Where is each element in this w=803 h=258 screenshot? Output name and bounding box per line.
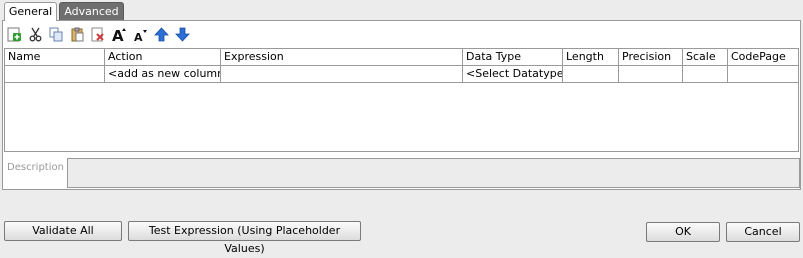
- tab-advanced[interactable]: Advanced: [59, 2, 124, 21]
- expression-cell[interactable]: [221, 66, 463, 83]
- name-cell[interactable]: [5, 66, 105, 83]
- move-down-icon[interactable]: [174, 26, 191, 43]
- delete-icon[interactable]: [90, 26, 107, 43]
- action-cell[interactable]: <add as new column>: [105, 66, 221, 83]
- column-header-data-type[interactable]: Data Type: [463, 49, 563, 66]
- columns-grid: Name Action Expression Data Type Length …: [4, 48, 799, 152]
- precision-cell[interactable]: [619, 66, 683, 83]
- column-header-action[interactable]: Action: [105, 49, 221, 66]
- cancel-button[interactable]: Cancel: [726, 222, 800, 242]
- scale-cell[interactable]: [683, 66, 728, 83]
- copy-icon[interactable]: [48, 26, 65, 43]
- column-header-scale[interactable]: Scale: [683, 49, 728, 66]
- column-header-expression[interactable]: Expression: [221, 49, 463, 66]
- tab-general[interactable]: General: [4, 2, 57, 21]
- ok-button[interactable]: OK: [646, 222, 720, 242]
- column-header-codepage[interactable]: CodePage: [728, 49, 800, 66]
- table-row: <add as new column> <Select Datatype>: [5, 66, 798, 83]
- test-expression-button[interactable]: Test Expression (Using Placeholder Value…: [128, 221, 361, 255]
- toolbar: A A: [6, 24, 191, 44]
- svg-text:A: A: [112, 27, 124, 43]
- data-type-cell[interactable]: <Select Datatype>: [463, 66, 563, 83]
- codepage-cell[interactable]: [728, 66, 800, 83]
- cut-icon[interactable]: [27, 26, 44, 43]
- increase-font-icon[interactable]: A: [111, 26, 128, 43]
- decrease-font-icon[interactable]: A: [132, 26, 149, 43]
- grid-header: Name Action Expression Data Type Length …: [5, 49, 798, 66]
- paste-icon[interactable]: [69, 26, 86, 43]
- column-header-precision[interactable]: Precision: [619, 49, 683, 66]
- add-row-icon[interactable]: [6, 26, 23, 43]
- general-panel: A A Name Action Expression Data Type Len…: [2, 20, 801, 190]
- description-field[interactable]: [67, 158, 800, 188]
- validate-all-button[interactable]: Validate All: [4, 221, 122, 241]
- svg-text:A: A: [134, 31, 143, 43]
- column-header-name[interactable]: Name: [5, 49, 105, 66]
- move-up-icon[interactable]: [153, 26, 170, 43]
- length-cell[interactable]: [563, 66, 619, 83]
- column-header-length[interactable]: Length: [563, 49, 619, 66]
- description-label: Description: [7, 162, 64, 173]
